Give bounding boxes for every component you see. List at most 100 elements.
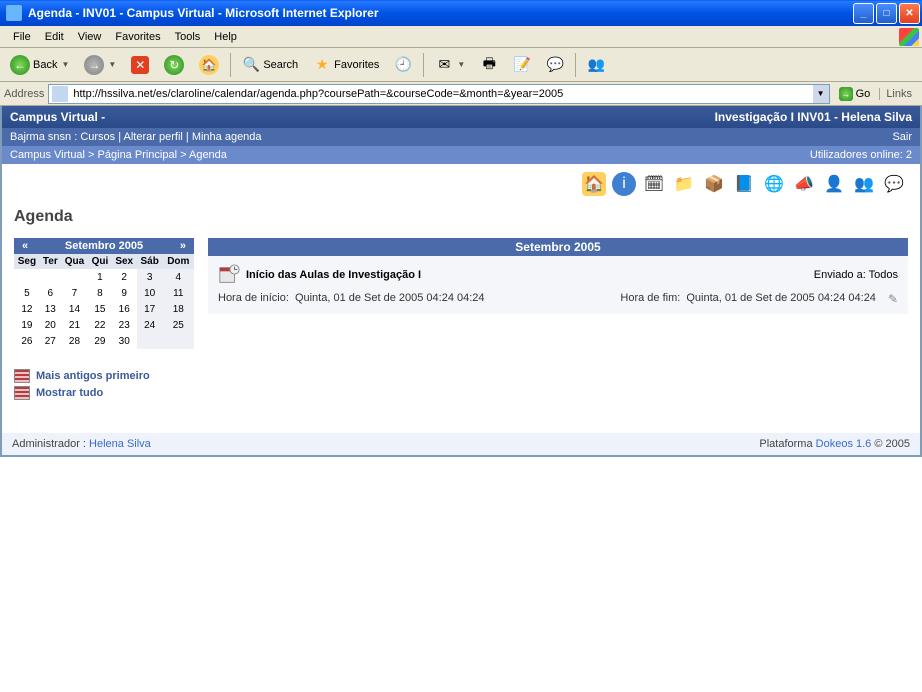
groups-tool-icon[interactable]: 👥: [852, 172, 876, 196]
calendar-cell[interactable]: 29: [88, 333, 112, 349]
event-title-block: Início das Aulas de Investigação I: [218, 264, 421, 286]
calendar-cell[interactable]: 15: [88, 301, 112, 317]
calendar-cell[interactable]: 6: [40, 285, 61, 301]
history-button[interactable]: 🕘: [388, 52, 418, 78]
logout-link[interactable]: Sair: [892, 131, 912, 143]
calendar-cell[interactable]: 27: [40, 333, 61, 349]
calendar-cell[interactable]: 18: [163, 301, 194, 317]
menu-tools[interactable]: Tools: [168, 29, 208, 45]
address-input-container: ▼: [48, 84, 829, 104]
menu-help[interactable]: Help: [207, 29, 244, 45]
links-tool-icon[interactable]: 🌐: [762, 172, 786, 196]
calendar-cell[interactable]: 21: [61, 317, 88, 333]
agenda-tool-icon[interactable]: 🗓: [642, 172, 666, 196]
calendar-cell[interactable]: 10: [137, 285, 163, 301]
nav-link[interactable]: Alterar perfil: [124, 131, 183, 143]
calendar-cell[interactable]: 22: [88, 317, 112, 333]
calendar-prev[interactable]: «: [18, 240, 32, 252]
nav-link[interactable]: Bajrma snsn: [10, 131, 71, 143]
calendar-cell[interactable]: 30: [112, 333, 137, 349]
user-tool-icon[interactable]: 👤: [822, 172, 846, 196]
oldest-first-link[interactable]: Mais antigos primeiro: [14, 369, 194, 383]
print-button[interactable]: 🖶: [474, 52, 504, 78]
calendar-cell[interactable]: 20: [40, 317, 61, 333]
forward-button[interactable]: → ▼: [78, 51, 122, 79]
menu-file[interactable]: File: [6, 29, 38, 45]
calendar-cell[interactable]: 24: [137, 317, 163, 333]
show-all-link[interactable]: Mostrar tudo: [14, 386, 194, 400]
calendar-column: « Setembro 2005 » SegTerQuaQuiSexSábDom …: [14, 238, 194, 403]
calendar-cell[interactable]: 26: [14, 333, 40, 349]
address-input[interactable]: [71, 88, 812, 100]
minimize-button[interactable]: _: [853, 3, 874, 24]
calendar-cell[interactable]: 19: [14, 317, 40, 333]
chat-tool-icon[interactable]: 💬: [882, 172, 906, 196]
calendar-cell[interactable]: 25: [163, 317, 194, 333]
edit-event-icon[interactable]: ✎: [888, 292, 898, 306]
home-button[interactable]: 🏠: [193, 51, 225, 79]
back-icon: ←: [10, 55, 30, 75]
calendar-cell[interactable]: 13: [40, 301, 61, 317]
go-label: Go: [856, 88, 871, 100]
calendar-cell[interactable]: 23: [112, 317, 137, 333]
discuss-button[interactable]: 💬: [540, 52, 570, 78]
columns: « Setembro 2005 » SegTerQuaQuiSexSábDom …: [14, 238, 908, 403]
menu-edit[interactable]: Edit: [38, 29, 71, 45]
favorites-button[interactable]: ★ Favorites: [307, 52, 385, 78]
dropbox-tool-icon[interactable]: 📦: [702, 172, 726, 196]
calendar-header: « Setembro 2005 »: [14, 238, 194, 254]
admin-name[interactable]: Helena Silva: [89, 438, 151, 450]
links-label[interactable]: Links: [879, 88, 918, 100]
address-dropdown[interactable]: ▼: [813, 85, 829, 103]
user-nav: Bajrma snsn : Cursos | Alterar perfil | …: [2, 128, 920, 146]
calendar-cell[interactable]: 12: [14, 301, 40, 317]
show-all-label: Mostrar tudo: [36, 387, 103, 399]
close-button[interactable]: ✕: [899, 3, 920, 24]
breadcrumb-item[interactable]: Página Principal: [98, 149, 178, 161]
mail-dropdown-icon: ▼: [457, 60, 465, 69]
breadcrumb-item[interactable]: Agenda: [189, 149, 227, 161]
search-button[interactable]: 🔍 Search: [236, 52, 304, 78]
calendar-cell[interactable]: 7: [61, 285, 88, 301]
edit-button[interactable]: 📝: [507, 52, 537, 78]
calendar-cell[interactable]: 2: [112, 269, 137, 285]
nav-link[interactable]: Cursos: [80, 131, 115, 143]
calendar-cell[interactable]: 17: [137, 301, 163, 317]
go-button[interactable]: → Go: [834, 85, 876, 103]
calendar-cell[interactable]: 9: [112, 285, 137, 301]
page-body: Agenda « Setembro 2005 » SegTerQuaQuiSex…: [2, 200, 920, 423]
calendar-cell[interactable]: 4: [163, 269, 194, 285]
refresh-button[interactable]: ↻: [158, 51, 190, 79]
mail-button[interactable]: ✉▼: [429, 52, 471, 78]
stop-button[interactable]: ✕: [125, 52, 155, 78]
maximize-button[interactable]: □: [876, 3, 897, 24]
calendar-cell[interactable]: 5: [14, 285, 40, 301]
home-tool-icon[interactable]: 🏠: [582, 172, 606, 196]
announce-tool-icon[interactable]: 📣: [792, 172, 816, 196]
scorm-tool-icon[interactable]: 📘: [732, 172, 756, 196]
calendar-links: Mais antigos primeiro Mostrar tudo: [14, 369, 194, 400]
windows-flag-icon: [899, 28, 919, 46]
back-button[interactable]: ← Back ▼: [4, 51, 75, 79]
menu-favorites[interactable]: Favorites: [108, 29, 167, 45]
go-icon: →: [839, 87, 853, 101]
info-tool-icon[interactable]: i: [612, 172, 636, 196]
calendar-cell[interactable]: 8: [88, 285, 112, 301]
calendar-cell[interactable]: 1: [88, 269, 112, 285]
platform-name[interactable]: Dokeos 1.6: [816, 438, 872, 450]
nav-link[interactable]: Minha agenda: [192, 131, 262, 143]
calendar-cell[interactable]: 11: [163, 285, 194, 301]
docs-tool-icon[interactable]: 📁: [672, 172, 696, 196]
event-title-row: Início das Aulas de Investigação I Envia…: [218, 264, 898, 286]
calendar-cell[interactable]: 14: [61, 301, 88, 317]
event-end: Hora de fim: Quinta, 01 de Set de 2005 0…: [620, 292, 898, 306]
calendar-cell[interactable]: 16: [112, 301, 137, 317]
messenger-button[interactable]: 👥: [581, 52, 611, 78]
platform-block: Plataforma Dokeos 1.6 © 2005: [759, 438, 910, 450]
breadcrumb-item[interactable]: Campus Virtual: [10, 149, 85, 161]
calendar-cell[interactable]: 3: [137, 269, 163, 285]
favorites-label: Favorites: [334, 59, 379, 71]
calendar-next[interactable]: »: [176, 240, 190, 252]
menu-view[interactable]: View: [71, 29, 109, 45]
calendar-cell[interactable]: 28: [61, 333, 88, 349]
